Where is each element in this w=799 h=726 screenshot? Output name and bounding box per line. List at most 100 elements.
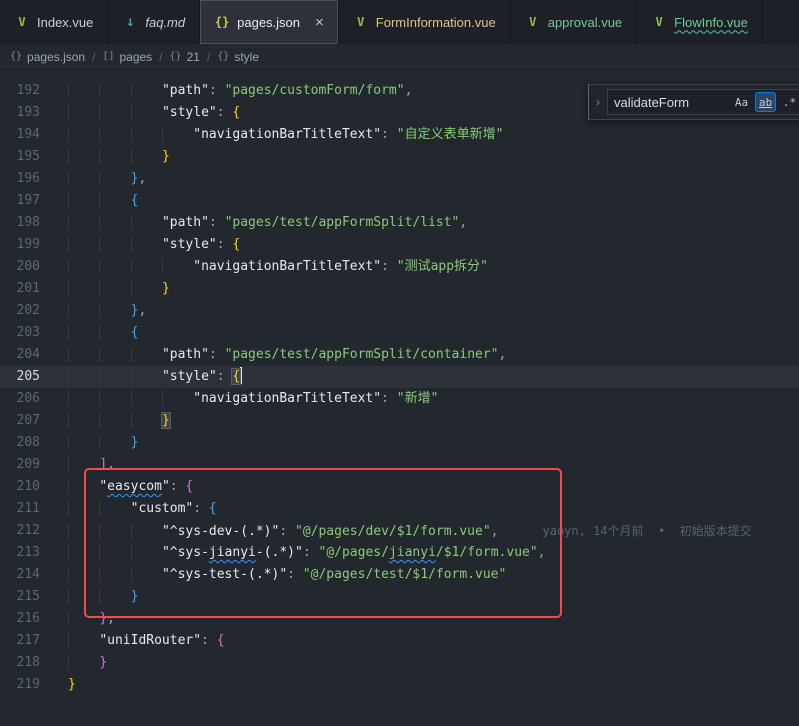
tab-FlowInfo.vue[interactable]: VFlowInfo.vue: [637, 0, 763, 44]
breadcrumb-item-pages[interactable]: []pages: [102, 50, 152, 64]
code-text: }: [68, 432, 138, 454]
code-line-218[interactable]: 218 }: [0, 652, 799, 674]
tab-faq.md[interactable]: ↓faq.md: [108, 0, 200, 44]
breadcrumb-item-pages.json[interactable]: {} pages.json: [10, 50, 85, 64]
code-token: [131, 149, 162, 164]
code-line-204[interactable]: 204 "path": "pages/test/appFormSplit/con…: [0, 344, 799, 366]
code-line-203[interactable]: 203 {: [0, 322, 799, 344]
code-line-201[interactable]: 201 }: [0, 278, 799, 300]
code-token: :: [287, 567, 303, 582]
breadcrumb-label: pages.json: [27, 50, 85, 64]
code-token: [99, 347, 130, 362]
breadcrumb-separator: /: [159, 50, 162, 64]
code-token: [68, 215, 99, 230]
code-line-211[interactable]: 211 "custom": {: [0, 498, 799, 520]
code-token: [99, 413, 130, 428]
code-token: [99, 501, 130, 516]
code-line-197[interactable]: 197 {: [0, 190, 799, 212]
code-text: }: [68, 146, 170, 168]
line-number: 196: [0, 168, 40, 190]
code-line-200[interactable]: 200 "navigationBarTitleText": "测试app拆分": [0, 256, 799, 278]
line-number: 214: [0, 564, 40, 586]
code-line-216[interactable]: 216 },: [0, 608, 799, 630]
code-token: :: [209, 215, 225, 230]
json-file-icon: {}: [214, 15, 230, 29]
find-input[interactable]: validateForm Aa ab .*: [607, 89, 799, 115]
code-token: [99, 303, 130, 318]
tab-FormInformation.vue[interactable]: VFormInformation.vue: [339, 0, 511, 44]
code-line-209[interactable]: 209 ],: [0, 454, 799, 476]
code-token: }: [68, 677, 76, 692]
regex-icon[interactable]: .*: [779, 92, 799, 112]
code-token: ,: [405, 83, 413, 98]
code-line-215[interactable]: 215 }: [0, 586, 799, 608]
code-token: [131, 545, 162, 560]
tab-approval.vue[interactable]: Vapproval.vue: [511, 0, 637, 44]
code-text: ],: [68, 454, 115, 476]
code-line-219[interactable]: 219}: [0, 674, 799, 696]
tab-pages.json[interactable]: {}pages.json×: [200, 0, 339, 44]
code-editor[interactable]: 192 "path": "pages/customForm/form",193 …: [0, 70, 799, 726]
code-token: [131, 127, 162, 142]
code-line-208[interactable]: 208 }: [0, 432, 799, 454]
line-number: 208: [0, 432, 40, 454]
code-line-206[interactable]: 206 "navigationBarTitleText": "新增": [0, 388, 799, 410]
code-line-195[interactable]: 195 }: [0, 146, 799, 168]
chevron-expand-icon[interactable]: ›: [596, 95, 600, 109]
git-blame-annotation: yaoyn, 14个月前 • 初始版本提交: [543, 524, 752, 538]
code-text: "easycom": {: [68, 476, 193, 498]
code-token: [68, 391, 99, 406]
code-line-212[interactable]: 212 "^sys-dev-(.*)": "@/pages/dev/$1/for…: [0, 520, 799, 542]
code-token: [131, 391, 162, 406]
code-token: [99, 171, 130, 186]
code-token: }: [162, 281, 170, 296]
code-line-213[interactable]: 213 "^sys-jianyi-(.*)": "@/pages/jianyi/…: [0, 542, 799, 564]
line-number: 203: [0, 322, 40, 344]
match-case-icon[interactable]: Aa: [731, 92, 752, 112]
code-token: {: [232, 369, 240, 384]
code-token: {: [131, 193, 139, 208]
line-number: 217: [0, 630, 40, 652]
line-number: 194: [0, 124, 40, 146]
code-token: [68, 259, 99, 274]
tab-Index.vue[interactable]: VIndex.vue: [0, 0, 108, 44]
code-line-205[interactable]: 205 "style": {: [0, 366, 799, 388]
code-token: "pages/customForm/form": [225, 83, 405, 98]
code-line-202[interactable]: 202 },: [0, 300, 799, 322]
code-line-210[interactable]: 210 "easycom": {: [0, 476, 799, 498]
line-number: 211: [0, 498, 40, 520]
code-token: ]: [99, 457, 107, 472]
breadcrumb-item-style[interactable]: {}style: [217, 50, 259, 64]
code-token: [99, 127, 130, 142]
line-number: 216: [0, 608, 40, 630]
code-token: [131, 347, 162, 362]
line-number: 197: [0, 190, 40, 212]
code-line-207[interactable]: 207 }: [0, 410, 799, 432]
code-token: "uniIdRouter": [99, 633, 201, 648]
code-token: "navigationBarTitleText": [193, 259, 381, 274]
line-number: 219: [0, 674, 40, 696]
code-token: [68, 281, 99, 296]
breadcrumb-item-21[interactable]: {}21: [170, 50, 200, 64]
code-token: [131, 215, 162, 230]
code-line-196[interactable]: 196 },: [0, 168, 799, 190]
close-icon[interactable]: ×: [315, 15, 324, 30]
code-text: "path": "pages/test/appFormSplit/list",: [68, 212, 467, 234]
line-number: 198: [0, 212, 40, 234]
find-query-text[interactable]: validateForm: [614, 95, 728, 110]
code-line-217[interactable]: 217 "uniIdRouter": {: [0, 630, 799, 652]
code-token: }: [131, 589, 139, 604]
code-line-194[interactable]: 194 "navigationBarTitleText": "自定义表单新增": [0, 124, 799, 146]
symbol-icon: {}: [10, 51, 22, 62]
code-token: {: [217, 633, 225, 648]
code-line-214[interactable]: 214 "^sys-test-(.*)": "@/pages/test/$1/f…: [0, 564, 799, 586]
code-token: [68, 413, 99, 428]
tab-label: FlowInfo.vue: [674, 15, 748, 30]
code-token: }: [162, 413, 170, 428]
code-line-199[interactable]: 199 "style": {: [0, 234, 799, 256]
code-line-198[interactable]: 198 "path": "pages/test/appFormSplit/lis…: [0, 212, 799, 234]
whole-word-icon[interactable]: ab: [755, 92, 776, 112]
code-token: ": [162, 479, 170, 494]
md-file-icon: ↓: [122, 14, 138, 30]
vue-file-icon: V: [525, 15, 541, 29]
